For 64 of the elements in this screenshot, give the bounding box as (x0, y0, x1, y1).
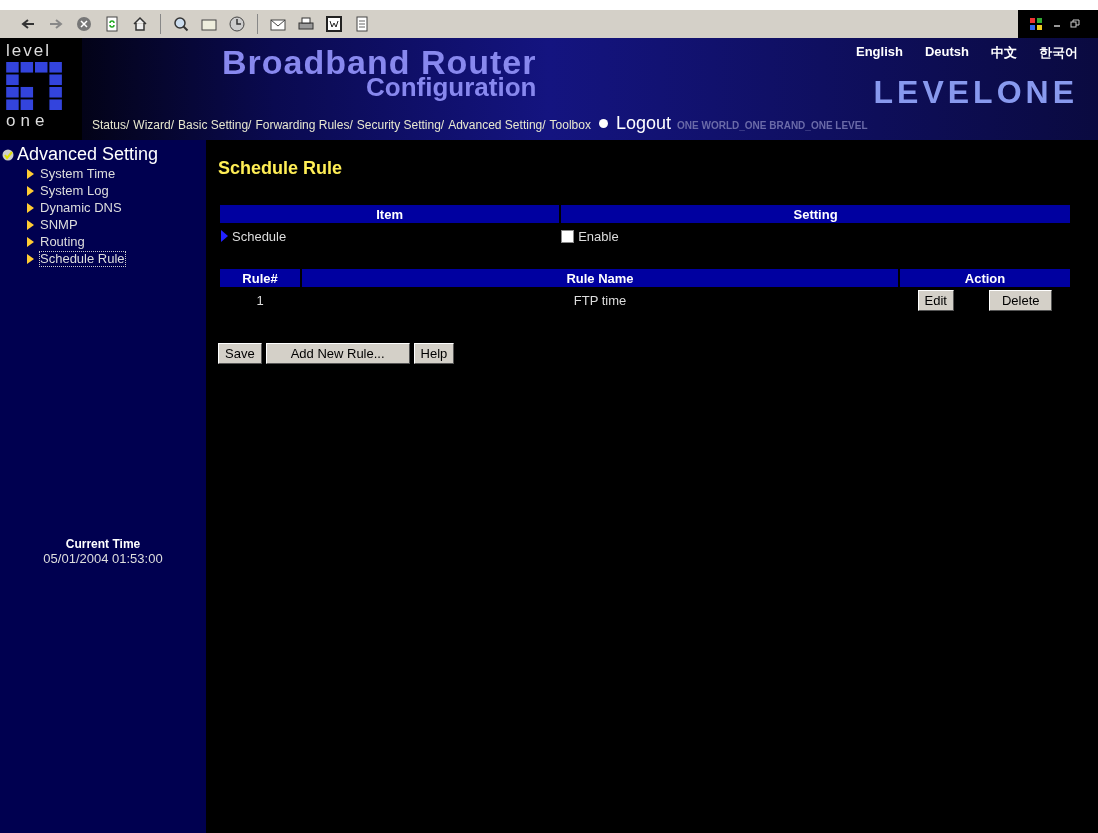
stop-icon[interactable] (76, 16, 92, 32)
printer-icon[interactable] (298, 16, 314, 32)
sidebar-item[interactable]: Dynamic DNS (39, 199, 123, 216)
arrow-icon (26, 253, 34, 264)
sidebar-heading: Advanced Setting (17, 144, 159, 165)
logo-icon (6, 62, 64, 110)
nav-link[interactable]: Wizard/ (133, 118, 175, 132)
restore-icon[interactable] (1070, 19, 1080, 29)
language-link[interactable]: 中文 (991, 44, 1017, 62)
sidebar-item[interactable]: System Time (39, 165, 117, 182)
form-button[interactable]: Help (413, 343, 455, 364)
page-icon[interactable] (354, 16, 370, 32)
checkbox-label: Enable (578, 228, 619, 244)
table-cell: 1 (256, 292, 264, 308)
arrow-icon (220, 230, 228, 242)
arrow-icon (26, 236, 34, 247)
column-header: Rule Name (302, 269, 898, 287)
arrow-icon (26, 219, 34, 230)
logout-link[interactable]: Logout (615, 113, 671, 134)
folder-icon[interactable] (201, 16, 217, 32)
nav-link[interactable]: Forwarding Rules/ (255, 118, 353, 132)
windows-logo-icon (1028, 16, 1044, 32)
form-button[interactable]: Add New Rule... (265, 343, 410, 364)
mail-icon[interactable] (270, 16, 286, 32)
brand-name: LEVELONE (873, 74, 1078, 111)
nav-link[interactable]: Security Setting/ (356, 118, 445, 132)
nav-link[interactable]: Toolbox (549, 118, 591, 132)
sidebar-item[interactable]: Schedule Rule (39, 250, 126, 267)
form-button[interactable]: Save (218, 343, 262, 364)
nav-link[interactable]: Status/ (92, 118, 130, 132)
language-link[interactable]: 한국어 (1039, 44, 1078, 62)
check-icon (2, 148, 14, 161)
home-icon[interactable] (132, 16, 148, 32)
sidebar-item[interactable]: Routing (39, 233, 86, 250)
logo-text: level (6, 42, 52, 60)
logo-text: one (6, 112, 51, 130)
column-header: Rule# (220, 269, 300, 287)
time-value: 05/01/2004 01:53:00 (43, 551, 163, 566)
nav-link[interactable]: Advanced Setting/ (448, 118, 546, 132)
column-header: Action (900, 269, 1070, 287)
column-header: Setting (561, 205, 1070, 223)
document-icon[interactable] (326, 16, 342, 32)
bullet-icon (598, 119, 608, 128)
arrow-icon (26, 185, 34, 196)
language-link[interactable]: Deutsh (924, 44, 969, 62)
arrow-icon (26, 168, 34, 179)
refresh-icon[interactable] (104, 16, 120, 32)
history-icon[interactable] (229, 16, 245, 32)
time-label: Current Time (65, 537, 141, 551)
action-button[interactable]: Delete (988, 289, 1053, 311)
language-link[interactable]: English (856, 44, 903, 62)
arrow-icon (26, 202, 34, 213)
table-cell: Schedule (232, 228, 287, 244)
sidebar-item[interactable]: System Log (39, 182, 110, 199)
nav-link[interactable]: Basic Setting/ (178, 118, 252, 132)
tagline: ONE WORLD_ONE BRAND_ONE LEVEL (677, 120, 868, 131)
sidebar-item[interactable]: SNMP (39, 216, 79, 233)
column-header: Item (220, 205, 560, 223)
action-button[interactable]: Edit (917, 289, 954, 311)
page-title: Schedule Rule (218, 158, 344, 179)
search-icon[interactable] (173, 16, 189, 32)
table-cell: FTP time (573, 292, 627, 308)
checkbox[interactable] (561, 229, 575, 243)
back-icon[interactable] (20, 16, 36, 32)
